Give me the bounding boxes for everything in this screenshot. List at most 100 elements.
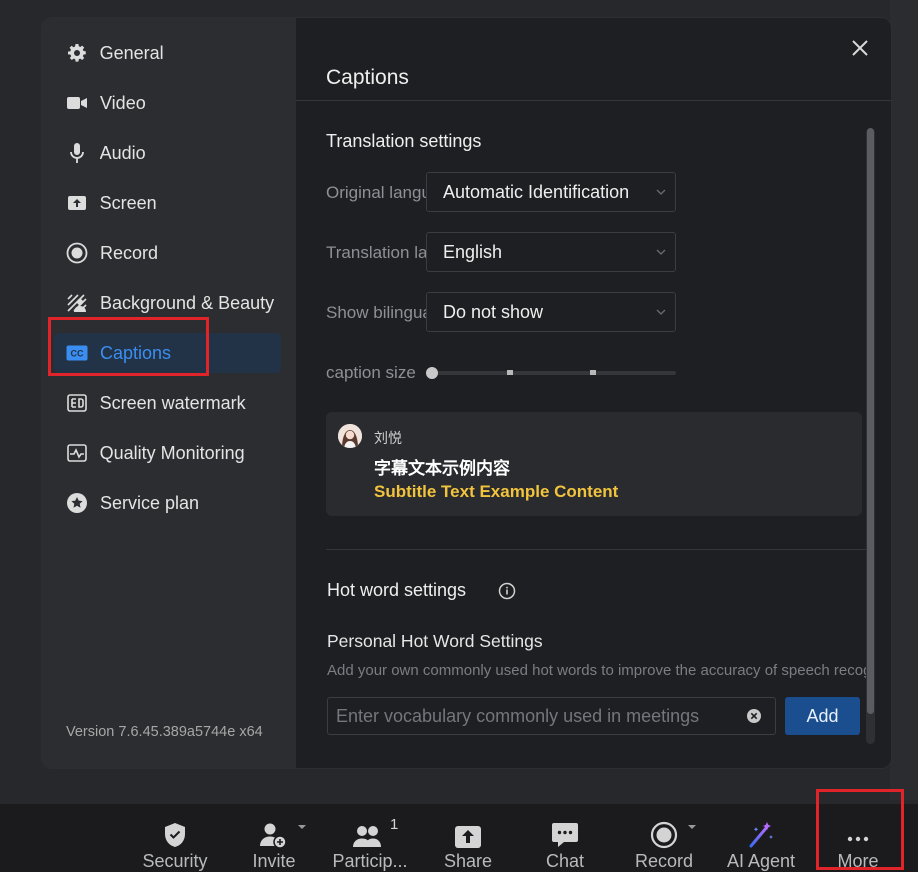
translation-settings-title: Translation settings — [326, 131, 482, 151]
sidebar-item-captions[interactable]: CC Captions — [54, 333, 281, 373]
scrollbar[interactable] — [866, 128, 875, 744]
sidebar-item-label: Screen — [99, 192, 157, 213]
sidebar-item-label: Screen watermark — [99, 392, 246, 413]
sidebar-item-video[interactable]: Video — [54, 83, 281, 123]
participants-icon: 1 — [340, 804, 400, 851]
toolbar-security-button[interactable]: Security — [140, 804, 210, 872]
video-camera-icon — [66, 92, 88, 114]
add-hot-word-button[interactable]: Add — [785, 697, 860, 735]
sidebar-item-general[interactable]: General — [54, 33, 281, 73]
page-title: Captions — [326, 66, 409, 89]
sidebar-item-label: Record — [100, 242, 159, 263]
toolbar-label: Record — [634, 851, 694, 871]
star-icon — [66, 492, 88, 514]
toolbar-more-button[interactable]: More — [830, 804, 886, 872]
hot-word-settings-title: Hot word settings — [327, 580, 467, 600]
sidebar-item-screen-watermark[interactable]: Screen watermark — [54, 383, 281, 423]
caption-original-text: 字幕文本示例内容 — [374, 459, 510, 478]
close-icon — [852, 40, 868, 56]
sidebar-item-screen[interactable]: Screen — [54, 183, 281, 223]
sidebar-item-background-beauty[interactable]: Background & Beauty — [54, 283, 281, 323]
pulse-icon — [66, 442, 88, 464]
sidebar-item-service-plan[interactable]: Service plan — [54, 483, 281, 523]
settings-sidebar: General Video Audio Screen Record Backgr… — [42, 18, 296, 768]
sidebar-item-label: Video — [100, 92, 146, 113]
toolbar-invite-button[interactable]: Invite — [240, 804, 308, 872]
microphone-icon — [66, 142, 88, 164]
add-user-icon — [244, 804, 304, 851]
watermark-icon — [66, 392, 88, 414]
sidebar-item-record[interactable]: Record — [54, 233, 281, 273]
settings-content: Captions Translation settings Original l… — [296, 18, 891, 768]
caption-translation-text: Subtitle Text Example Content — [374, 482, 619, 501]
chat-icon — [535, 804, 595, 851]
chevron-down-icon — [656, 189, 666, 195]
translation-language-select[interactable]: English — [426, 232, 676, 272]
sidebar-item-label: Service plan — [100, 492, 200, 513]
toolbar-record-button[interactable]: Record — [630, 804, 698, 872]
close-button[interactable] — [847, 35, 873, 61]
caption-size-slider-thumb[interactable] — [426, 367, 438, 379]
gear-icon — [66, 42, 88, 64]
select-value: Do not show — [443, 301, 544, 322]
caption-size-label: caption size — [326, 363, 416, 382]
more-icon — [828, 804, 888, 851]
clear-input-button[interactable] — [746, 708, 762, 724]
chevron-down-icon — [656, 249, 666, 255]
toolbar-participants-button[interactable]: 1 Particip... — [328, 804, 412, 872]
hot-word-input[interactable] — [327, 697, 776, 735]
ai-agent-icon — [731, 804, 791, 851]
slider-tick — [590, 370, 596, 375]
toolbar-label: Invite — [252, 851, 296, 871]
caret-down-icon — [688, 825, 696, 829]
toolbar-ai-agent-button[interactable]: AI Agent — [720, 804, 802, 872]
show-bilingual-select[interactable]: Do not show — [426, 292, 676, 332]
toolbar-label: Share — [443, 851, 493, 871]
sidebar-item-label: Quality Monitoring — [99, 442, 245, 463]
select-value: Automatic Identification — [443, 181, 630, 202]
toolbar-label: Particip... — [332, 851, 408, 871]
show-bilingual-label: Show bilingual — [326, 303, 426, 322]
sidebar-item-label: Captions — [100, 342, 172, 363]
original-language-select[interactable]: Automatic Identification — [426, 172, 676, 212]
sidebar-item-audio[interactable]: Audio — [54, 133, 281, 173]
translation-language-label: Translation language — [326, 243, 426, 262]
caption-size-slider[interactable] — [432, 371, 676, 375]
settings-dialog: General Video Audio Screen Record Backgr… — [42, 18, 891, 768]
slider-tick — [507, 370, 513, 375]
chevron-down-icon — [656, 309, 666, 315]
caption-preview: 刘悦 字幕文本示例内容 Subtitle Text Example Conten… — [326, 412, 862, 516]
caret-down-icon — [298, 825, 306, 829]
info-icon[interactable] — [498, 582, 516, 600]
record-icon — [66, 242, 88, 264]
divider — [296, 100, 891, 101]
screen-share-icon — [66, 192, 88, 214]
app-window: General Video Audio Screen Record Backgr… — [0, 0, 918, 872]
select-value: English — [443, 241, 503, 262]
record-icon — [634, 804, 694, 851]
avatar — [338, 424, 362, 448]
toolbar-share-button[interactable]: Share — [440, 804, 496, 872]
toolbar-label: More — [837, 851, 879, 871]
sidebar-item-label: General — [99, 42, 164, 63]
background-panel — [890, 0, 918, 800]
cc-icon: CC — [66, 342, 88, 364]
sidebar-item-label: Background & Beauty — [100, 292, 275, 313]
participant-count: 1 — [390, 816, 399, 833]
toolbar-chat-button[interactable]: Chat — [536, 804, 594, 872]
toolbar-label: Security — [142, 851, 208, 871]
personal-hot-word-title: Personal Hot Word Settings — [327, 631, 543, 651]
divider — [326, 549, 866, 550]
toolbar-label: AI Agent — [726, 851, 796, 871]
version-label: Version 7.6.45.389a5744e x64 — [66, 724, 263, 740]
background-beauty-icon — [66, 292, 88, 314]
svg-text:CC: CC — [71, 349, 84, 359]
share-icon — [438, 804, 498, 851]
scrollbar-thumb[interactable] — [867, 128, 874, 714]
sidebar-item-quality-monitoring[interactable]: Quality Monitoring — [54, 433, 281, 473]
shield-icon — [145, 804, 205, 851]
original-language-label: Original language — [326, 183, 426, 202]
toolbar-label: Chat — [545, 851, 585, 871]
clear-icon — [747, 709, 761, 723]
meeting-toolbar: Security Invite 1 Particip... Share Chat… — [0, 804, 918, 872]
